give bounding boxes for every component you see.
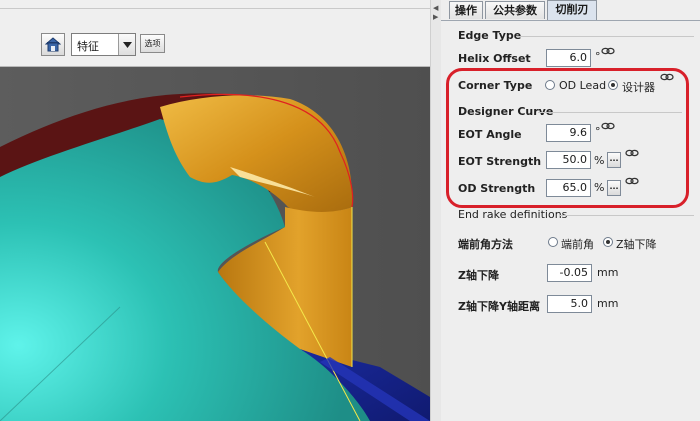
group-divider [538,112,682,113]
link-icon[interactable] [625,177,639,185]
tool-3d-render [0,67,430,421]
end-rake-method-label: 端前角方法 [458,238,513,251]
tab-operation[interactable]: 操作 [449,1,483,19]
eot-angle-field[interactable]: 9.6 [546,124,591,142]
link-icon[interactable] [601,47,615,55]
z-drop-y-unit: mm [597,297,619,310]
eot-angle-unit: ° [595,125,601,138]
eot-strength-unit: % [594,154,605,167]
options-button[interactable]: 选项 [140,34,165,53]
z-drop-field[interactable]: -0.05 [547,264,592,282]
designer-label[interactable]: 设计器 [622,79,655,95]
od-lead-label[interactable]: OD Lead [559,79,606,92]
radio-designer[interactable] [608,80,618,90]
group-divider [516,36,694,37]
view-mode-select[interactable]: 特征 [71,33,136,56]
z-drop-y-label: Z轴下降Y轴距离 [458,300,540,313]
collapse-arrows-icon[interactable]: ◀ ▶ [433,4,438,22]
helix-offset-field[interactable]: 6.0 [546,49,591,67]
link-icon[interactable] [660,73,674,81]
radio-z-drop[interactable] [603,237,613,247]
properties-panel: 操作 公共参数 切削刃 Edge Type Helix Offset 6.0 °… [441,0,700,421]
od-strength-unit: % [594,181,605,194]
eot-strength-field[interactable]: 50.0 [546,151,591,169]
eot-strength-browse-button[interactable]: ... [607,152,621,168]
group-divider [559,215,694,216]
radio-od-lead[interactable] [545,80,555,90]
end-rake-angle-label[interactable]: 端前角 [561,236,594,252]
home-icon [45,37,61,52]
z-drop-unit: mm [597,266,619,279]
home-view-button[interactable] [41,33,65,56]
end-rake-title: End rake definitions [458,208,568,221]
corner-type-label: Corner Type [458,79,533,92]
link-icon[interactable] [601,122,615,130]
tab-cutting-edge[interactable]: 切削刃 [547,0,597,20]
viewport-pane: 特征 选项 [0,0,430,421]
3d-viewport[interactable] [0,67,430,421]
z-drop-option-label[interactable]: Z轴下降 [616,236,657,252]
radio-end-rake-angle[interactable] [548,237,558,247]
od-strength-field[interactable]: 65.0 [546,179,591,197]
od-strength-browse-button[interactable]: ... [607,180,621,196]
link-icon[interactable] [625,149,639,157]
eot-angle-label: EOT Angle [458,128,522,141]
od-strength-label: OD Strength [458,182,536,195]
helix-offset-unit: ° [595,50,601,63]
toolbar-divider [0,8,430,9]
eot-strength-label: EOT Strength [458,155,542,168]
pane-splitter[interactable]: ◀ ▶ [430,0,441,421]
viewport-toolbar: 特征 选项 [0,0,430,67]
z-drop-y-field[interactable]: 5.0 [547,295,592,313]
dropdown-arrow-icon[interactable] [118,34,135,55]
tab-common-params[interactable]: 公共参数 [485,1,545,19]
tab-bar: 操作 公共参数 切削刃 [441,0,700,21]
z-drop-label: Z轴下降 [458,269,499,282]
edge-type-title: Edge Type [458,29,522,42]
helix-offset-label: Helix Offset [458,52,531,65]
view-mode-value: 特征 [77,40,99,53]
